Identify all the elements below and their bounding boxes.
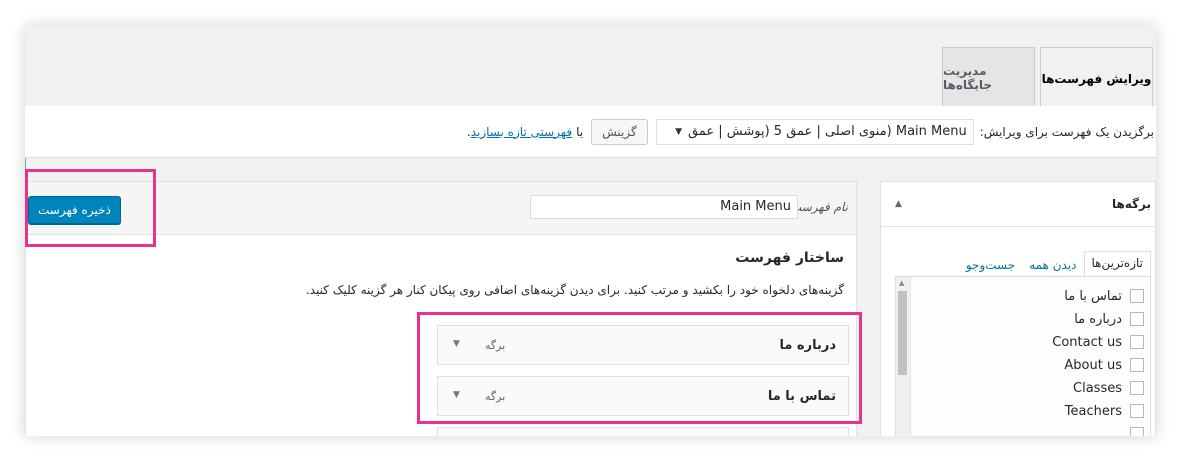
menu-select-dropdown[interactable]: Main Menu (منوی اصلی | عمق 5 (پوشش | عمق… (655, 118, 974, 145)
screenshot-frame: مدیریت جایگاه‌ها ویرایش فهرست‌ها برگزیدن… (25, 26, 1156, 436)
menu-name-label: نام فهرست (790, 200, 848, 214)
pages-checklist: ▲ تماس با ما درباره ما Contact us About … (895, 276, 1151, 436)
checkbox[interactable] (1130, 381, 1144, 395)
sentence-end: . (466, 124, 471, 139)
subtab-most-recent[interactable]: تازه‌ترین‌ها (1083, 251, 1151, 276)
scrollbar-thumb[interactable] (898, 291, 907, 375)
menu-select-bar: برگزیدن یک فهرست برای ویرایش: Main Menu … (25, 106, 1156, 158)
tab-edit-menus-label: ویرایش فهرست‌ها (1041, 71, 1152, 86)
checkbox[interactable] (1130, 358, 1144, 372)
list-item[interactable] (1122, 424, 1144, 436)
list-item[interactable]: درباره ما (1074, 309, 1144, 329)
checkbox[interactable] (1130, 335, 1144, 349)
page-item-label: Classes (1073, 380, 1122, 396)
pages-scrollbar[interactable]: ▲ (896, 277, 911, 436)
pages-subtabs: تازه‌ترین‌ها دیدن همه جست‌وجو (959, 250, 1151, 276)
page-item-label: Teachers (1064, 403, 1122, 419)
pages-accordion-title: برگه‌ها (1111, 197, 1151, 211)
list-item[interactable]: Contact us (1052, 332, 1144, 352)
menu-structure-instructions: گزینه‌های دلخواه خود را بکشید و مرتب کنی… (305, 283, 844, 297)
create-new-menu-link[interactable]: فهرستی تازه بسازید (471, 125, 572, 139)
list-item[interactable]: Teachers (1065, 401, 1144, 421)
highlight-box-save (25, 169, 156, 247)
list-item[interactable]: About us (1064, 355, 1144, 375)
menu-structure-title: ساختار فهرست (735, 250, 844, 266)
page-item-label: Contact us (1052, 334, 1122, 350)
menu-name-input[interactable]: Main Menu (530, 195, 798, 219)
select-menu-label: برگزیدن یک فهرست برای ویرایش: (979, 124, 1154, 139)
or-text: یا (576, 124, 584, 139)
highlight-box-menu-items (417, 312, 862, 424)
tab-edit-menus[interactable]: ویرایش فهرست‌ها (1040, 47, 1153, 109)
select-menu-button-label: گزینش (602, 124, 637, 139)
page-item-label: تماس با ما (1064, 288, 1122, 304)
select-menu-button[interactable]: گزینش (591, 118, 648, 145)
collapse-arrow-icon: ▲ (895, 199, 902, 209)
pages-accordion-header[interactable]: ▲ برگه‌ها (881, 182, 1155, 227)
checkbox[interactable] (1130, 289, 1144, 303)
checkbox[interactable] (1130, 427, 1144, 436)
tab-manage-locations[interactable]: مدیریت جایگاه‌ها (942, 47, 1035, 107)
pages-accordion: ▲ برگه‌ها تازه‌ترین‌ها دیدن همه جست‌وجو … (880, 181, 1156, 436)
list-item[interactable]: تماس با ما (1064, 286, 1144, 306)
subtab-view-all[interactable]: دیدن همه (1022, 254, 1083, 276)
list-item[interactable]: Classes (1073, 378, 1144, 398)
dropdown-arrow-icon: ▼ (675, 126, 683, 137)
page-item-label: درباره ما (1074, 311, 1122, 327)
checkbox[interactable] (1130, 312, 1144, 326)
checkbox[interactable] (1130, 404, 1144, 418)
menu-item-partial[interactable] (437, 427, 849, 436)
scroll-up-icon: ▲ (899, 279, 905, 287)
subtab-search[interactable]: جست‌وجو (959, 254, 1022, 276)
tab-manage-locations-label: مدیریت جایگاه‌ها (943, 63, 993, 92)
page-item-label: About us (1064, 357, 1122, 373)
menu-select-value: Main Menu (منوی اصلی | عمق 5 (پوشش | عمق (688, 124, 967, 139)
